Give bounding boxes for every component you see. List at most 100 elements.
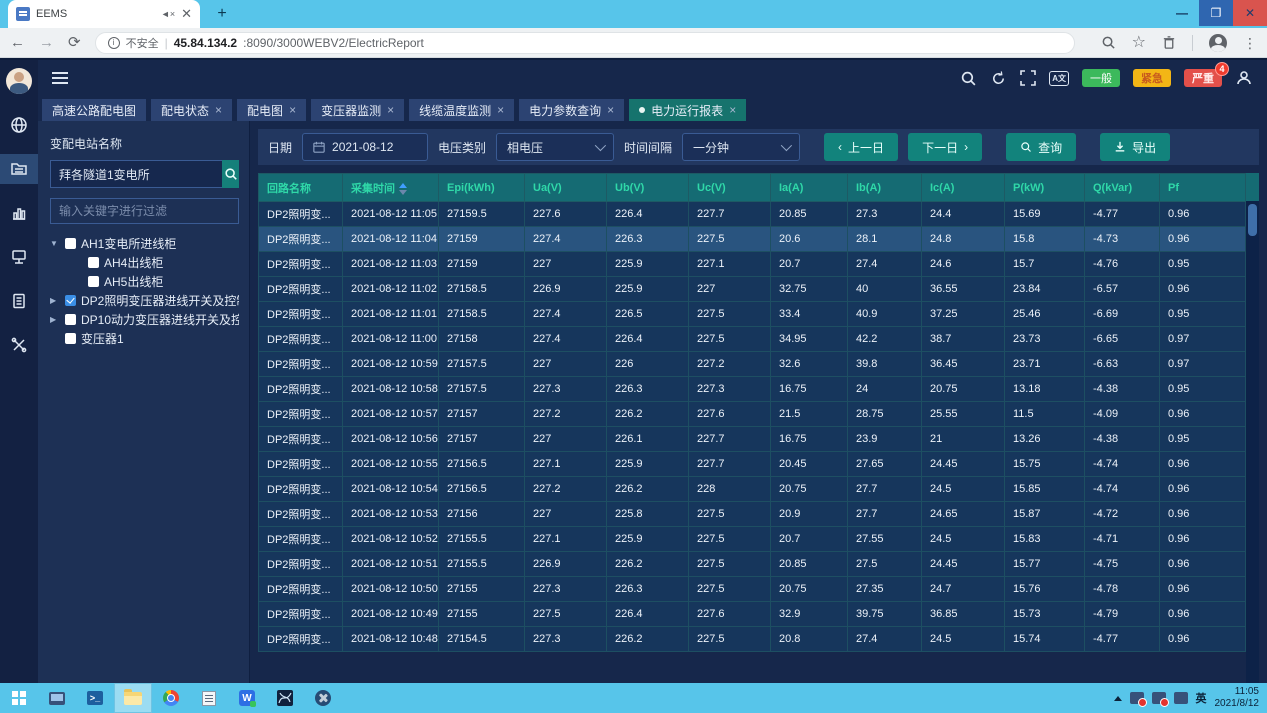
ime-language-indicator[interactable]: 英	[1196, 690, 1207, 706]
column-header[interactable]: Uc(V)	[689, 174, 771, 202]
tree-expander-icon[interactable]: ▶	[50, 296, 60, 305]
bookmark-star-icon[interactable]: ☆	[1132, 35, 1146, 51]
tree-filter-input[interactable]	[50, 198, 239, 224]
tab-item[interactable]: 电力参数查询×	[519, 99, 624, 121]
forward-icon[interactable]: →	[39, 35, 54, 50]
station-search-input[interactable]	[50, 160, 222, 188]
powershell-icon[interactable]: >_	[76, 683, 114, 713]
close-tab-icon[interactable]: ×	[729, 103, 736, 117]
browser-tab[interactable]: EEMS ◄× ✕	[8, 0, 200, 28]
next-day-button[interactable]: 下一日›	[908, 133, 982, 161]
bar-chart-icon[interactable]	[0, 198, 38, 228]
table-row[interactable]: DP2照明变...2021-08-12 11:0427159227.4226.3…	[259, 227, 1246, 252]
address-bar[interactable]: i 不安全 | 45.84.134.2 :8090/3000WEBV2/Elec…	[95, 32, 1075, 54]
document-icon[interactable]	[0, 286, 38, 316]
tree-item[interactable]: AH4出线柜	[50, 253, 239, 271]
table-row[interactable]: DP2照明变...2021-08-12 11:0227158.5226.9225…	[259, 277, 1246, 302]
reload-icon[interactable]: ⟳	[68, 35, 81, 50]
table-row[interactable]: DP2照明变...2021-08-12 10:5727157227.2226.2…	[259, 402, 1246, 427]
tab-mute-icon[interactable]: ◄×	[161, 9, 175, 19]
device-monitor-icon[interactable]	[0, 242, 38, 272]
table-row[interactable]: DP2照明变...2021-08-12 10:5927157.522722622…	[259, 352, 1246, 377]
ime-tool-icon[interactable]	[1174, 692, 1188, 704]
column-header[interactable]: Ib(A)	[848, 174, 922, 202]
tree-checkbox[interactable]	[65, 238, 76, 249]
network-error-icon[interactable]	[1152, 692, 1166, 704]
user-icon[interactable]	[1235, 69, 1253, 87]
back-icon[interactable]: ←	[10, 35, 25, 50]
close-tab-icon[interactable]: ×	[497, 103, 504, 117]
tree-item[interactable]: ▶DP2照明变压器进线开关及控制室	[50, 291, 239, 309]
menu-toggle-icon[interactable]	[52, 72, 68, 84]
column-header[interactable]: Q(kVar)	[1085, 174, 1160, 202]
column-header[interactable]: Pf	[1160, 174, 1246, 202]
start-button[interactable]	[0, 683, 38, 713]
table-row[interactable]: DP2照明变...2021-08-12 11:0027158227.4226.4…	[259, 327, 1246, 352]
table-row[interactable]: DP2照明变...2021-08-12 10:5127155.5226.9226…	[259, 552, 1246, 577]
tree-checkbox[interactable]	[65, 333, 76, 344]
table-row[interactable]: DP2照明变...2021-08-12 10:5027155227.3226.3…	[259, 577, 1246, 602]
tools-icon[interactable]	[0, 330, 38, 360]
column-header[interactable]: Epi(kWh)	[439, 174, 525, 202]
taskbar-clock[interactable]: 11:05 2021/8/12	[1215, 686, 1260, 711]
alarm-badge-general[interactable]: 一般	[1082, 69, 1120, 87]
date-picker[interactable]: 2021-08-12	[302, 133, 428, 161]
scrollbar-thumb[interactable]	[1248, 204, 1257, 236]
column-header[interactable]: 回路名称	[259, 174, 343, 202]
tab-item[interactable]: 线缆温度监测×	[409, 99, 514, 121]
admin-tools-icon[interactable]	[304, 683, 342, 713]
table-row[interactable]: DP2照明变...2021-08-12 11:0527159.5227.6226…	[259, 202, 1246, 227]
table-row[interactable]: DP2照明变...2021-08-12 10:4927155227.5226.4…	[259, 602, 1246, 627]
file-explorer-pc-icon[interactable]	[38, 683, 76, 713]
tab-item[interactable]: 变压器监测×	[311, 99, 404, 121]
export-button[interactable]: 导出	[1100, 133, 1170, 161]
wps-icon[interactable]: W	[228, 683, 266, 713]
column-header[interactable]: Ub(V)	[607, 174, 689, 202]
window-close-button[interactable]: ✕	[1233, 0, 1267, 26]
fullscreen-icon[interactable]	[1020, 70, 1036, 86]
window-minimize-button[interactable]: —	[1165, 0, 1199, 26]
sort-icon[interactable]	[399, 183, 407, 195]
zoom-icon[interactable]	[1101, 35, 1116, 50]
translate-icon[interactable]: A文	[1049, 71, 1069, 86]
tree-checkbox[interactable]	[65, 314, 76, 325]
column-header[interactable]: Ua(V)	[525, 174, 607, 202]
tree-expander-icon[interactable]: ▶	[50, 315, 60, 324]
table-row[interactable]: DP2照明变...2021-08-12 11:0127158.5227.4226…	[259, 302, 1246, 327]
volume-muted-icon[interactable]	[1130, 692, 1144, 704]
table-row[interactable]: DP2照明变...2021-08-12 10:4827154.5227.3226…	[259, 627, 1246, 652]
tab-item[interactable]: 配电图×	[237, 99, 306, 121]
interval-select[interactable]: 一分钟	[682, 133, 800, 161]
report-app-icon[interactable]	[190, 683, 228, 713]
table-row[interactable]: DP2照明变...2021-08-12 10:5827157.5227.3226…	[259, 377, 1246, 402]
column-header[interactable]: P(kW)	[1005, 174, 1085, 202]
tab-item[interactable]: 配电状态×	[151, 99, 232, 121]
chrome-icon[interactable]	[152, 683, 190, 713]
search-icon[interactable]	[960, 70, 977, 87]
voltage-type-select[interactable]: 相电压	[496, 133, 614, 161]
tree-item[interactable]: 变压器1	[50, 329, 239, 347]
close-tab-icon[interactable]: ×	[387, 103, 394, 117]
close-tab-icon[interactable]: ×	[215, 103, 222, 117]
alarm-badge-severe[interactable]: 严重4	[1184, 69, 1222, 87]
window-maximize-button[interactable]: ❐	[1199, 0, 1233, 26]
query-button[interactable]: 查询	[1006, 133, 1076, 161]
report-module-icon[interactable]	[0, 154, 38, 184]
column-header[interactable]: Ic(A)	[922, 174, 1005, 202]
tree-item[interactable]: ▶DP10动力变压器进线开关及控制室	[50, 310, 239, 328]
close-tab-icon[interactable]: ×	[607, 103, 614, 117]
tree-checkbox[interactable]	[88, 257, 99, 268]
table-row[interactable]: DP2照明变...2021-08-12 10:5627157227226.122…	[259, 427, 1246, 452]
column-header[interactable]: Ia(A)	[771, 174, 848, 202]
tree-expander-icon[interactable]: ▼	[50, 239, 60, 248]
site-info-icon[interactable]: i	[108, 37, 120, 49]
station-search-button[interactable]	[222, 160, 239, 188]
tree-item[interactable]: ▼AH1变电所进线柜	[50, 234, 239, 252]
folder-icon[interactable]	[114, 683, 152, 713]
table-row[interactable]: DP2照明变...2021-08-12 10:5227155.5227.1225…	[259, 527, 1246, 552]
user-avatar[interactable]	[0, 66, 38, 96]
navicat-icon[interactable]	[266, 683, 304, 713]
trash-icon[interactable]	[1162, 35, 1176, 50]
new-tab-button[interactable]: +	[212, 4, 232, 24]
table-scrollbar[interactable]	[1246, 173, 1259, 685]
